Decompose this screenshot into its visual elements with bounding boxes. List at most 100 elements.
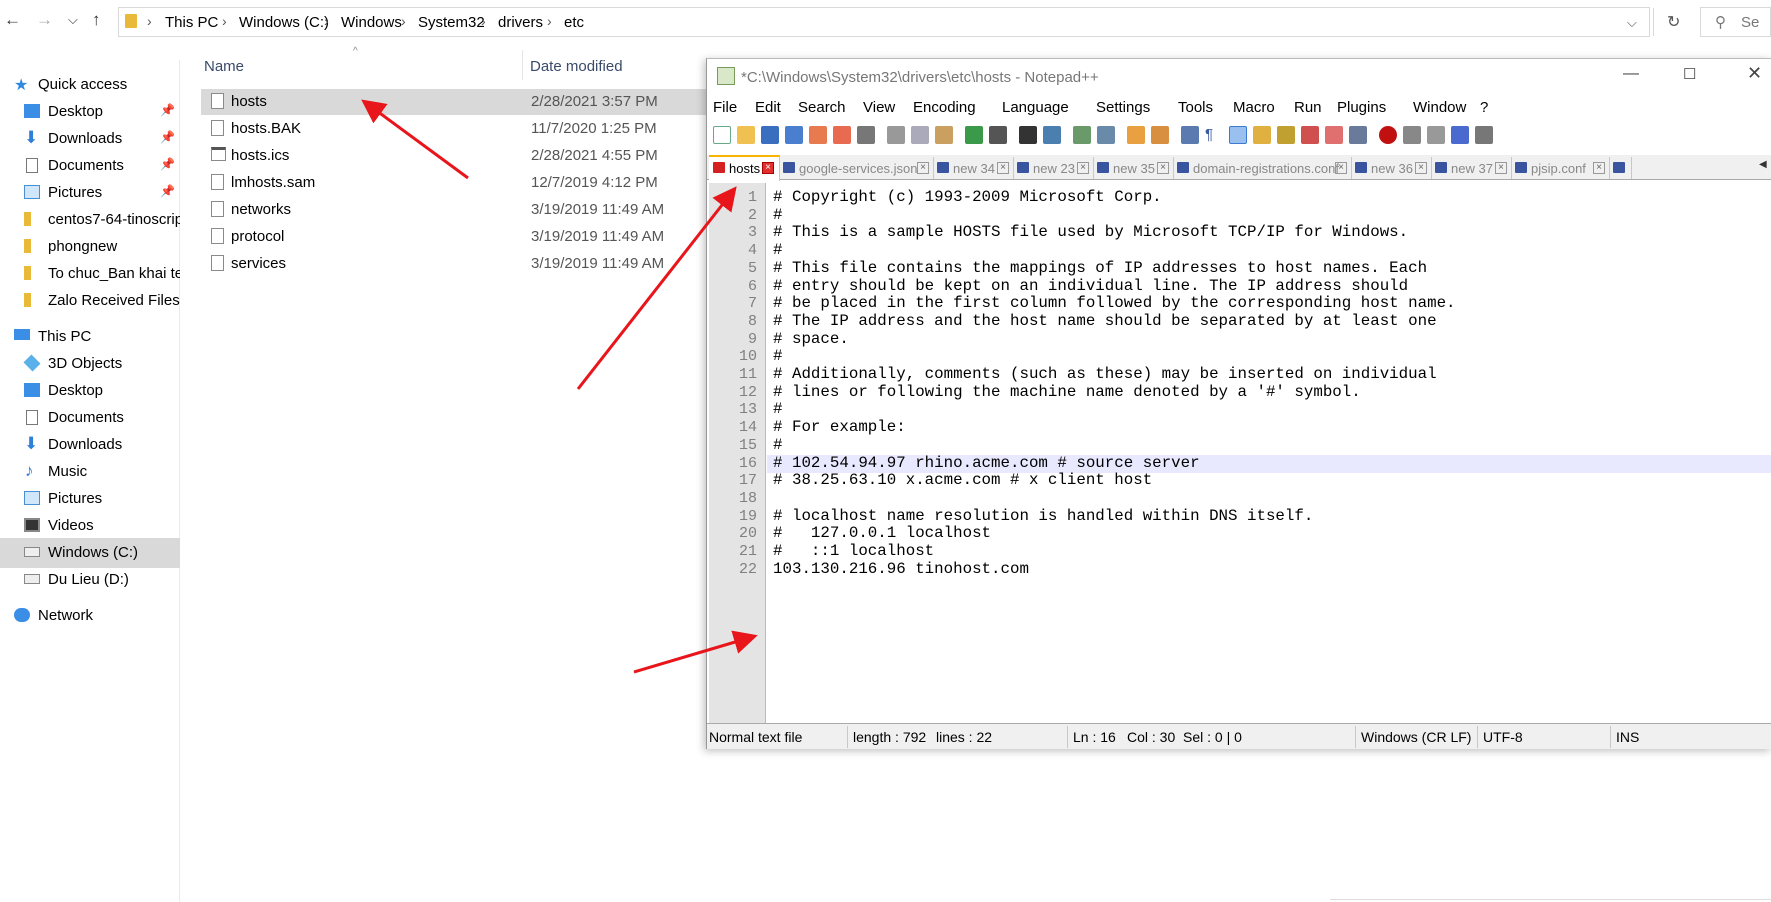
file-row-hosts[interactable]: hosts 2/28/2021 3:57 PM <box>201 89 709 115</box>
tab-new-35[interactable]: new 35 × <box>1093 157 1174 179</box>
zoom-in-icon[interactable] <box>1073 126 1091 144</box>
tab-new-34[interactable]: new 34 × <box>933 157 1014 179</box>
sidebar-item-folder-centos[interactable]: centos7-64-tinoscrip <box>0 205 180 235</box>
sync-horizontal-icon[interactable] <box>1151 126 1169 144</box>
sidebar-item-videos[interactable]: Videos <box>0 511 180 541</box>
tab-scroll-left-icon[interactable]: ◀ <box>1759 159 1767 170</box>
tab-hosts[interactable]: hosts × <box>709 155 780 181</box>
sidebar-item-du-lieu-d[interactable]: Du Lieu (D:) <box>0 565 180 595</box>
status-eol[interactable]: Windows (CR LF) <box>1361 729 1471 745</box>
menu-run[interactable]: Run <box>1294 99 1322 116</box>
define-language-icon[interactable] <box>1253 126 1271 144</box>
editor-line[interactable]: # This is a sample HOSTS file used by Mi… <box>773 223 1408 241</box>
breadcrumb-etc[interactable]: etc <box>564 14 584 31</box>
tab-close-icon[interactable]: × <box>1415 162 1427 174</box>
editor-line[interactable]: # 38.25.63.10 x.acme.com # x client host <box>773 471 1152 489</box>
file-row-hosts-ics[interactable]: hosts.ics 2/28/2021 4:55 PM <box>201 143 709 169</box>
breadcrumb-windows[interactable]: Windows <box>341 14 402 31</box>
file-row-services[interactable]: services 3/19/2019 11:49 AM <box>201 251 709 277</box>
file-row-protocol[interactable]: protocol 3/19/2019 11:49 AM <box>201 224 709 250</box>
menu-encoding[interactable]: Encoding <box>913 99 976 116</box>
column-header-name[interactable]: Name <box>204 58 244 75</box>
new-file-icon[interactable] <box>713 126 731 144</box>
editor-line[interactable]: # ::1 localhost <box>773 542 934 560</box>
folder-workspace-icon[interactable] <box>1325 126 1343 144</box>
save-all-icon[interactable] <box>785 126 803 144</box>
recent-locations-chevron-down-icon[interactable]: ⌵ <box>68 10 78 30</box>
tab-close-icon[interactable]: × <box>917 162 929 174</box>
tab-new-36[interactable]: new 36 × <box>1351 157 1432 179</box>
pin-icon[interactable]: 📌 <box>160 130 175 144</box>
cut-icon[interactable] <box>887 126 905 144</box>
tab-close-icon[interactable]: × <box>1593 162 1605 174</box>
close-file-icon[interactable] <box>809 126 827 144</box>
address-dropdown-chevron-down-icon[interactable]: ⌵ <box>1627 15 1637 31</box>
tab-close-icon[interactable]: × <box>762 162 774 174</box>
tab-overflow[interactable] <box>1609 157 1632 179</box>
sidebar-item-this-pc[interactable]: This PC <box>0 322 180 352</box>
breadcrumb-drive-c[interactable]: Windows (C:) <box>239 14 329 31</box>
maximize-icon[interactable]: ☐ <box>1683 65 1696 83</box>
tab-new-37[interactable]: new 37 × <box>1431 157 1512 179</box>
sidebar-item-windows-c[interactable]: Windows (C:) <box>0 538 180 568</box>
sync-vertical-icon[interactable] <box>1127 126 1145 144</box>
editor-line[interactable]: # This file contains the mappings of IP … <box>773 259 1427 277</box>
find-icon[interactable] <box>1019 126 1037 144</box>
editor-line[interactable]: # For example: <box>773 418 906 436</box>
refresh-icon[interactable]: ↻ <box>1667 12 1680 32</box>
menu-settings[interactable]: Settings <box>1096 99 1150 116</box>
sidebar-item-quick-access[interactable]: ★ Quick access <box>0 70 180 100</box>
sidebar-item-documents-pc[interactable]: Documents <box>0 403 180 433</box>
tab-close-icon[interactable]: × <box>1157 162 1169 174</box>
editor-line[interactable]: # entry should be kept on an individual … <box>773 277 1408 295</box>
column-header-date[interactable]: Date modified <box>530 58 623 75</box>
sidebar-item-network[interactable]: Network <box>0 601 180 631</box>
function-list-icon[interactable] <box>1301 126 1319 144</box>
editor-line[interactable]: 103.130.216.96 tinohost.com <box>773 560 1029 578</box>
editor-line[interactable]: # be placed in the first column followed… <box>773 294 1456 312</box>
close-all-icon[interactable] <box>833 126 851 144</box>
editor-line[interactable]: # <box>773 241 782 259</box>
editor-line[interactable]: # localhost name resolution is handled w… <box>773 507 1313 525</box>
stop-macro-icon[interactable] <box>1403 126 1421 144</box>
undo-icon[interactable] <box>965 126 983 144</box>
sidebar-item-folder-phongnew[interactable]: phongnew <box>0 232 180 262</box>
editor-line[interactable]: # 127.0.0.1 localhost <box>773 524 991 542</box>
sidebar-item-pictures-pc[interactable]: Pictures <box>0 484 180 514</box>
sidebar-item-music[interactable]: ♪ Music <box>0 457 180 487</box>
pin-icon[interactable]: 📌 <box>160 103 175 117</box>
breadcrumb-this-pc[interactable]: This PC <box>165 14 218 31</box>
save-icon[interactable] <box>761 126 779 144</box>
forward-icon[interactable]: → <box>36 10 53 30</box>
text-editor[interactable]: # Copyright (c) 1993-2009 Microsoft Corp… <box>767 183 1771 749</box>
tab-close-icon[interactable]: × <box>997 162 1009 174</box>
record-macro-icon[interactable] <box>1379 126 1397 144</box>
editor-line[interactable]: # Additionally, comments (such as these)… <box>773 365 1437 383</box>
paste-icon[interactable] <box>935 126 953 144</box>
editor-line[interactable]: # 102.54.94.97 rhino.acme.com # source s… <box>773 454 1200 472</box>
menu-plugins[interactable]: Plugins <box>1337 99 1386 116</box>
word-wrap-icon[interactable] <box>1181 126 1199 144</box>
minimize-icon[interactable]: — <box>1623 65 1639 83</box>
menu-tools[interactable]: Tools <box>1178 99 1213 116</box>
sidebar-item-folder-zalo[interactable]: Zalo Received Files <box>0 286 180 316</box>
tab-new-23[interactable]: new 23 × <box>1013 157 1094 179</box>
pin-icon[interactable]: 📌 <box>160 157 175 171</box>
menu-macro[interactable]: Macro <box>1233 99 1275 116</box>
sidebar-item-documents[interactable]: Documents 📌 <box>0 151 180 181</box>
tab-close-icon[interactable]: × <box>1077 162 1089 174</box>
sidebar-item-folder-to-chuc[interactable]: To chuc_Ban khai te <box>0 259 180 289</box>
monitoring-icon[interactable] <box>1349 126 1367 144</box>
up-icon[interactable]: ↑ <box>92 10 101 30</box>
sidebar-item-3d-objects[interactable]: 3D Objects <box>0 349 180 379</box>
tab-domain-registrations-conf[interactable]: domain-registrations.conf × <box>1173 157 1352 179</box>
status-encoding[interactable]: UTF-8 <box>1483 729 1523 745</box>
tab-pjsip-conf[interactable]: pjsip.conf × <box>1511 157 1610 179</box>
tab-close-icon[interactable]: × <box>1335 162 1347 174</box>
menu-language[interactable]: Language <box>1002 99 1069 116</box>
menu-view[interactable]: View <box>863 99 895 116</box>
search-box[interactable]: ⚲ Se <box>1700 7 1771 37</box>
sidebar-item-desktop[interactable]: Desktop 📌 <box>0 97 180 127</box>
file-row-lmhosts[interactable]: lmhosts.sam 12/7/2019 4:12 PM <box>201 170 709 196</box>
breadcrumb-drivers[interactable]: drivers <box>498 14 543 31</box>
